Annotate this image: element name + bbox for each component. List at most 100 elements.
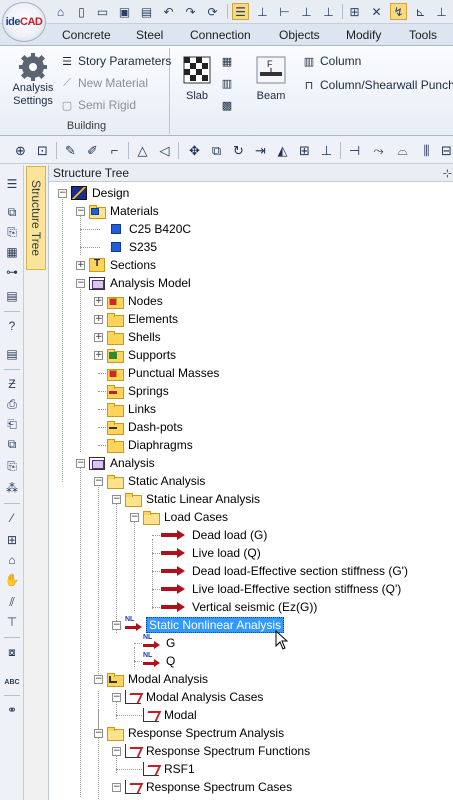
tree-node-load-case-dead[interactable]: Dead load (G) (161, 526, 269, 544)
dimension-icon[interactable]: ↯ (390, 3, 407, 20)
binoculars-icon[interactable]: ⚭ (3, 701, 21, 719)
tree-node-nonlinear-q[interactable]: NL Q (143, 652, 177, 670)
tree-node-load-case-live-eff[interactable]: Live load-Effective section stiffness (Q… (161, 580, 403, 598)
table-panel-icon[interactable]: ▤ (3, 287, 21, 305)
grid-icon[interactable]: ⊥ (298, 3, 315, 20)
slash-tool-icon[interactable]: ⁄ (3, 509, 21, 527)
panel-list-icon[interactable]: ☰ (3, 175, 21, 193)
slab-option-3-button[interactable]: ▩ (220, 98, 238, 112)
tree-node-punctual-masses[interactable]: Punctual Masses (107, 364, 221, 382)
tree-node-nodes[interactable]: Nodes (107, 292, 165, 310)
tree-node-modal-analysis[interactable]: Modal Analysis (107, 670, 210, 688)
app-logo[interactable]: ideCAD (2, 2, 46, 42)
stretch-icon[interactable]: ⊥ (318, 142, 335, 159)
tree-node-modal[interactable]: Modal (143, 706, 199, 724)
home-icon[interactable]: ⌂ (52, 3, 69, 20)
osnap-icon[interactable]: ⊞ (346, 3, 363, 20)
tree-node-shells[interactable]: Shells (107, 328, 163, 346)
layers-icon[interactable]: ☰ (232, 3, 249, 20)
pencil-icon[interactable]: ✐ (84, 142, 101, 159)
tree-node-links[interactable]: Links (107, 400, 158, 418)
nodes-expander[interactable]: + (94, 297, 103, 306)
properties-icon[interactable]: ⊟ (438, 142, 453, 159)
zoom-window-icon[interactable]: ⊡ (34, 142, 51, 159)
tab-concrete[interactable]: Concrete (62, 28, 111, 42)
tree-node-load-case-live[interactable]: Live load (Q) (161, 544, 263, 562)
trim-icon[interactable]: ⊣ (346, 142, 363, 159)
fillet-icon[interactable]: ⌓ (394, 142, 411, 159)
analysis-settings-button[interactable]: Analysis Settings (8, 52, 58, 108)
move-icon[interactable]: ✥ (186, 142, 203, 159)
tree-node-materials[interactable]: Materials (89, 202, 161, 220)
tree-node-springs[interactable]: Springs (107, 382, 171, 400)
zoom-icon[interactable]: ⊕ (12, 142, 29, 159)
frame-tool-icon[interactable]: ⊞ (3, 531, 21, 549)
rs-cases-expander[interactable]: − (112, 783, 121, 792)
auto-abc-icon[interactable]: ABC (3, 673, 21, 691)
static-linear-expander[interactable]: − (112, 495, 121, 504)
scale-icon[interactable]: ◭ (274, 142, 291, 159)
column-tool-icon[interactable]: ⊤ (3, 613, 21, 631)
tree-node-analysis-model[interactable]: Analysis Model (89, 274, 193, 292)
tab-modify[interactable]: Modify (346, 28, 381, 42)
palette-tool-icon[interactable]: ⧇ (3, 643, 21, 661)
column-button[interactable]: ▥ Column (302, 54, 362, 68)
tree-node-nonlinear-g[interactable]: NL G (143, 634, 177, 652)
elements-expander[interactable]: + (94, 315, 103, 324)
shells-expander[interactable]: + (94, 333, 103, 342)
analysis-model-expander[interactable]: − (76, 279, 85, 288)
modal-cases-expander[interactable]: − (112, 693, 121, 702)
tree-node-modal-cases[interactable]: Modal Analysis Cases (125, 688, 265, 706)
break-icon[interactable]: ⤳ (370, 142, 387, 159)
sheet-icon[interactable]: ⧉ (3, 435, 21, 453)
tab-objects[interactable]: Objects (279, 28, 320, 42)
tab-connection[interactable]: Connection (190, 28, 251, 42)
story-parameters-button[interactable]: ☰ Story Parameters (60, 54, 171, 68)
slab-button[interactable]: Slab (178, 56, 216, 103)
tree-node-diaphragms[interactable]: Diaphragms (107, 436, 195, 454)
tree-node-static-analysis[interactable]: Static Analysis (107, 472, 207, 490)
hand-tool-icon[interactable]: ✋ (3, 571, 21, 589)
tab-tools[interactable]: Tools (409, 28, 437, 42)
modal-analysis-expander[interactable]: − (94, 675, 103, 684)
save-as-icon[interactable]: ▤ (138, 3, 155, 20)
new-material-button[interactable]: ⟋ New Material (60, 76, 148, 90)
tree-node-material-c25[interactable]: C25 B420C (111, 220, 193, 238)
tree-node-supports[interactable]: Supports (107, 346, 178, 364)
refresh-icon[interactable]: ⟳ (204, 3, 221, 20)
polar-icon[interactable]: ⊥ (320, 3, 337, 20)
load-cases-expander[interactable]: − (130, 513, 139, 522)
tree-node-sections[interactable]: Sections (89, 256, 158, 274)
tree-node-analysis[interactable]: Analysis (89, 454, 157, 472)
tree-node-load-cases[interactable]: Load Cases (143, 508, 230, 526)
analysis-expander[interactable]: − (76, 459, 85, 468)
section-icon[interactable]: Ƶ (3, 375, 21, 393)
tree-panel-icon[interactable]: ⊶ (3, 263, 21, 281)
tree-node-rs-cases[interactable]: Response Spectrum Cases (125, 778, 294, 796)
rs-functions-expander[interactable]: − (112, 747, 121, 756)
tree-node-material-s235[interactable]: S235 (111, 238, 159, 256)
mirror-icon[interactable]: ◁ (156, 142, 173, 159)
save-icon[interactable]: ▣ (116, 3, 133, 20)
structure-tree-side-tab[interactable]: Structure Tree (26, 166, 46, 270)
copy-icon[interactable]: ⧉ (208, 142, 225, 159)
tab-steel[interactable]: Steel (136, 28, 163, 42)
layers-panel-icon[interactable]: ⧉ (3, 203, 21, 221)
axis-icon[interactable]: ✕ (368, 3, 385, 20)
rs-analysis-expander[interactable]: − (94, 729, 103, 738)
slab-option-2-button[interactable]: ▥ (220, 76, 238, 90)
new-file-icon[interactable]: ▯ (73, 3, 90, 20)
static-analysis-expander[interactable]: − (94, 477, 103, 486)
tree-node-load-case-dead-eff[interactable]: Dead load-Effective section stiffness (G… (161, 562, 410, 580)
more-icon[interactable]: ⊥ (433, 3, 450, 20)
column-punching-button[interactable]: ⊓ Column/Shearwall Punching (302, 78, 453, 92)
grid-panel-icon[interactable]: ▦ (3, 243, 21, 261)
open-folder-icon[interactable]: ▭ (94, 3, 111, 20)
design-expander[interactable]: − (58, 189, 67, 198)
tree-node-rs-functions[interactable]: Response Spectrum Functions (125, 742, 312, 760)
report-icon[interactable]: ▤ (3, 345, 21, 363)
copy-panel-icon[interactable]: ⎘ (3, 223, 21, 241)
pin-icon[interactable]: ⊹ (443, 166, 452, 182)
offset-icon[interactable]: ⫼ (418, 142, 435, 159)
tree-node-rs-analysis[interactable]: Response Spectrum Analysis (107, 724, 286, 742)
